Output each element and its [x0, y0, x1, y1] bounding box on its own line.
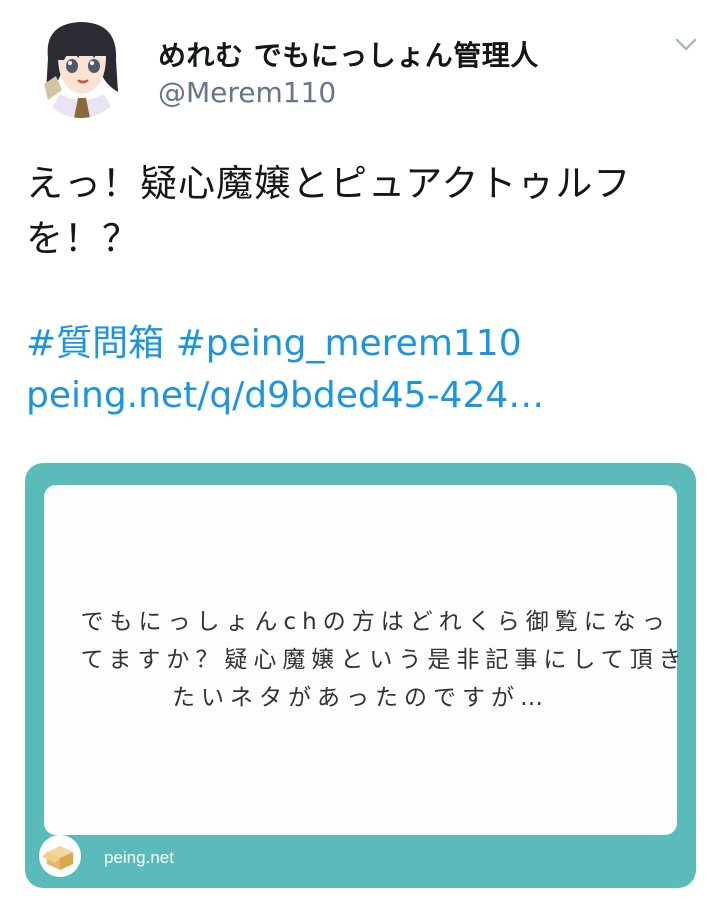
link-preview-card[interactable]: でもにっしょんchの方はどれくら御覧になっ てますか？疑心魔嬢という是非記事にし… [25, 463, 696, 888]
hashtag-row: #質問箱 #peing_merem110 [26, 318, 696, 370]
question-line: てますか？疑心魔嬢という是非記事にして頂き [80, 647, 688, 673]
card-site-name: peing.net [104, 848, 174, 867]
card-footer: peing.net [25, 835, 696, 888]
avatar[interactable] [34, 14, 128, 118]
tweet-text: えっ！疑心魔嬢とピュアクトゥルフを！？ [26, 162, 632, 260]
hashtag-link[interactable]: #質問箱 [26, 323, 164, 364]
peing-box-icon [39, 835, 81, 877]
card-image: でもにっしょんchの方はどれくら御覧になっ てますか？疑心魔嬢という是非記事にし… [44, 485, 688, 835]
question-line: でもにっしょんchの方はどれくら御覧になっ [80, 609, 671, 635]
tweet-url-link[interactable]: peing.net/q/d9bded45-424… [26, 375, 544, 416]
author-display-name[interactable]: めれむ でもにっしょん管理人 [158, 34, 539, 74]
tweet-links: #質問箱 #peing_merem110 peing.net/q/d9bded4… [26, 318, 696, 422]
question-text: でもにっしょんchの方はどれくら御覧になっ てますか？疑心魔嬢という是非記事にし… [80, 603, 688, 717]
author-handle[interactable]: @Merem110 [158, 76, 336, 109]
question-line: たいネタがあったのですが… [172, 685, 549, 711]
hashtag-link[interactable]: #peing_merem110 [176, 323, 522, 364]
url-row: peing.net/q/d9bded45-424… [26, 370, 696, 422]
tweet-header: めれむ でもにっしょん管理人 @Merem110 [0, 0, 720, 130]
avatar-image [34, 14, 128, 118]
chevron-down-icon[interactable] [672, 32, 700, 56]
